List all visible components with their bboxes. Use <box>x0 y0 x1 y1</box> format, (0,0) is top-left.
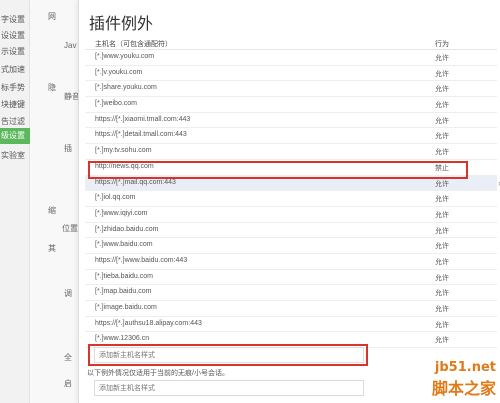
nav-item-setup[interactable]: 设设置 <box>0 28 30 44</box>
column-header-host: 主机名（可包含通配符） <box>95 41 172 48</box>
table-row[interactable]: [*.]image.baidu.com 允许 <box>85 301 497 317</box>
action-cell[interactable]: 允许 <box>435 273 449 283</box>
table-row[interactable]: https://[*.]xiaomi.tmall.com:443 允许 <box>85 113 497 129</box>
host-cell: [*.]www.youku.com <box>95 53 155 60</box>
action-cell[interactable]: 允许 <box>435 100 449 110</box>
section-label: 全 <box>64 353 72 362</box>
section-label: 位置 <box>62 224 78 233</box>
section-label: 启 <box>64 379 72 388</box>
annotation-highlight-add-input <box>88 344 368 366</box>
action-cell[interactable]: 允许 <box>435 304 449 314</box>
action-cell[interactable]: 允许 <box>435 241 449 251</box>
table-row[interactable]: [*.]weibo.com 允许 <box>85 97 497 113</box>
table-row[interactable]: [*.]www.iqiyi.com 允许 <box>85 207 497 223</box>
plugin-exceptions-dialog: 插件例外 主机名（可包含通配符） 行为 [*.]www.youku.com 允许 … <box>78 0 500 403</box>
host-cell: [*.]v.youku.com <box>95 68 143 76</box>
column-header-action: 行为 <box>435 41 449 48</box>
section-label: 隐 <box>48 83 56 92</box>
exceptions-table: 主机名（可包含通配符） 行为 [*.]www.youku.com 允许 [*.]v… <box>85 36 500 349</box>
host-cell: https://[*.]detail.tmall.com:443 <box>95 131 187 139</box>
incognito-note: 以下例外情况仅适用于当前的无痕/小号会话。 <box>87 370 229 377</box>
action-cell[interactable]: 允许 <box>435 194 449 204</box>
section-label: 调 <box>64 289 72 298</box>
action-cell[interactable]: 允许 <box>435 335 449 345</box>
section-label: 缩 <box>48 206 56 215</box>
action-cell[interactable]: 允许 <box>435 53 449 63</box>
host-cell: https://[*.]mail.qq.com:443 <box>95 178 176 186</box>
table-row[interactable]: [*.]iol.qq.com 允许 <box>85 191 497 207</box>
table-row[interactable]: [*.]my.tv.sohu.com 允许 <box>85 144 497 160</box>
table-row[interactable]: [*.]www.youku.com 允许 <box>85 50 497 66</box>
action-cell[interactable]: 允许 <box>435 84 449 94</box>
action-cell[interactable]: 允许 <box>435 131 449 141</box>
section-label: 网 <box>48 12 56 21</box>
section-label: 插 <box>64 144 72 153</box>
nav-item-acceleration[interactable]: 式加速 <box>0 62 30 78</box>
annotation-highlight-blocked-row <box>88 161 468 179</box>
nav-item-advanced[interactable]: 级设置 <box>0 128 30 144</box>
host-cell: [*.]share.youku.com <box>95 84 157 92</box>
host-cell: [*.]my.tv.sohu.com <box>95 147 152 155</box>
nav-item-lab[interactable]: 实验室 <box>0 148 30 164</box>
host-cell: https://[*.]authsu18.alipay.com:443 <box>95 319 202 327</box>
nav-item-font[interactable]: 字设置 <box>0 12 30 28</box>
host-cell: [*.]zhidao.baidu.com <box>95 225 159 233</box>
watermark-name: 脚本之家 <box>431 379 496 398</box>
action-cell[interactable]: 允许 <box>435 210 449 220</box>
table-row[interactable]: [*.]zhidao.baidu.com 允许 <box>85 223 497 239</box>
host-cell: [*.]map.baidu.com <box>95 288 152 296</box>
action-cell[interactable]: 允许 <box>435 69 449 79</box>
nav-item-shortcuts[interactable]: 块捷键 <box>0 97 30 113</box>
host-cell: [*.]weibo.com <box>95 100 138 108</box>
section-label: Jav <box>64 41 77 50</box>
action-cell[interactable]: 允许 <box>435 226 449 236</box>
host-cell: [*.]www.12306.cn <box>95 335 150 343</box>
watermark-site: jb51.net <box>434 360 496 375</box>
section-label: 其 <box>48 244 56 253</box>
settings-nav: 字设置 设设置 示设置 式加速 标手势 块捷键 告过滤 级设置 实验室 <box>0 0 30 403</box>
nav-item-mouse-gestures[interactable]: 标手势 <box>0 80 30 96</box>
action-cell[interactable]: 允许 <box>435 257 449 267</box>
table-row[interactable]: [*.]www.baidu.com 允许 <box>85 238 497 254</box>
action-cell[interactable]: 允许 <box>435 179 449 189</box>
host-cell: [*.]www.baidu.com <box>95 241 153 249</box>
dialog-title: 插件例外 <box>89 16 154 33</box>
host-cell: [*.]iol.qq.com <box>95 194 136 202</box>
table-row[interactable]: [*.]tieba.baidu.com 允许 <box>85 270 497 286</box>
table-row[interactable]: https://[*.]detail.tmall.com:443 允许 <box>85 128 497 145</box>
action-cell[interactable]: 允许 <box>435 288 449 298</box>
table-header: 主机名（可包含通配符） 行为 <box>85 36 497 50</box>
table-row[interactable]: [*.]v.youku.com 允许 <box>85 66 497 82</box>
table-row[interactable]: https://[*.]www.baidu.com:443 允许 <box>85 254 497 270</box>
table-row[interactable]: https://[*.]authsu18.alipay.com:443 允许 <box>85 317 497 333</box>
settings-content-strip: 网 Jav 隐 静音 插 缩 位置 其 调 全 启 <box>30 0 80 403</box>
action-cell[interactable]: 允许 <box>435 320 449 330</box>
host-cell: https://[*.]xiaomi.tmall.com:443 <box>95 115 191 123</box>
action-cell[interactable]: 允许 <box>435 116 449 126</box>
host-cell: [*.]image.baidu.com <box>95 304 157 311</box>
host-cell: https://[*.]www.baidu.com:443 <box>95 256 188 264</box>
action-cell[interactable]: 允许 <box>435 147 449 157</box>
host-cell: [*.]www.iqiyi.com <box>95 209 148 217</box>
watermark-logo: jb51.net 脚本之家 <box>432 360 496 399</box>
nav-item-display[interactable]: 示设置 <box>0 44 30 60</box>
table-row[interactable]: [*.]share.youku.com 允许 <box>85 81 497 98</box>
host-cell: [*.]tieba.baidu.com <box>95 272 153 280</box>
table-row[interactable]: [*.]map.baidu.com 允许 <box>85 285 497 301</box>
add-incognito-host-pattern-input[interactable] <box>94 380 364 396</box>
